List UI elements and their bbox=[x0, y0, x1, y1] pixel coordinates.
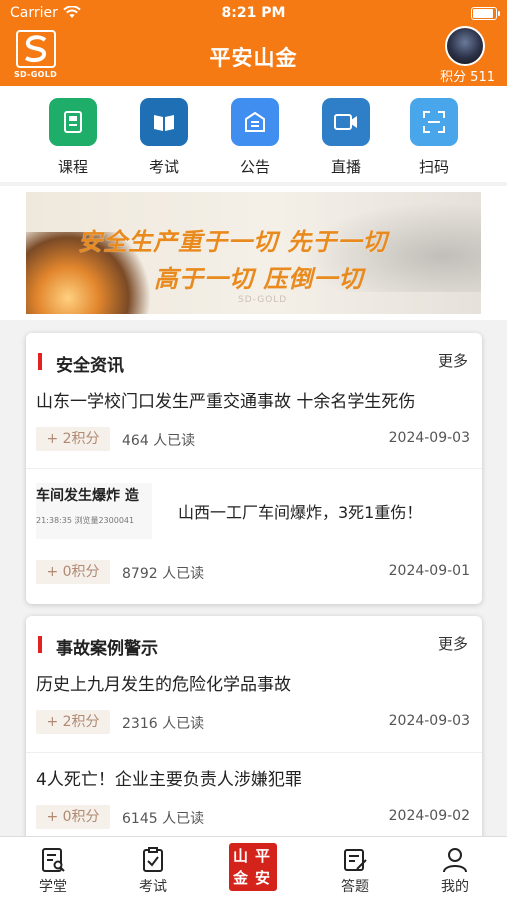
card-header: 安全资讯 更多 bbox=[26, 333, 482, 376]
scan-icon bbox=[410, 98, 458, 146]
exam-book-icon bbox=[140, 98, 188, 146]
read-count: 2316 人已读 bbox=[122, 716, 205, 732]
status-bar: Carrier 8:21 PM bbox=[0, 0, 507, 28]
points-badge: + 2积分 bbox=[36, 427, 110, 451]
quick-item-scan[interactable]: 扫码 bbox=[399, 98, 469, 177]
seal-char: 山 bbox=[233, 847, 249, 865]
exam-icon bbox=[143, 847, 163, 872]
card-accent-bar bbox=[38, 636, 42, 653]
seal-char: 金 bbox=[233, 869, 249, 887]
seal-char: 平 bbox=[255, 847, 271, 865]
read-count: 8792 人已读 bbox=[122, 566, 205, 582]
tab-bar: 学堂 考试 山 平 金 安 答题 我的 bbox=[0, 836, 507, 900]
battery-icon bbox=[471, 7, 500, 20]
read-count: 6145 人已读 bbox=[122, 811, 205, 827]
seal-char: 安 bbox=[255, 869, 271, 887]
tab-exam[interactable]: 考试 bbox=[118, 847, 188, 896]
list-item[interactable]: 历史上九月发生的危险化学品事故 + 2积分 2316 人已读 2024-09-0… bbox=[26, 656, 482, 753]
tab-label: 学堂 bbox=[39, 879, 67, 895]
points-badge: + 0积分 bbox=[36, 560, 110, 584]
points-badge: + 0积分 bbox=[36, 805, 110, 829]
thumbnail-title: 车间发生爆炸 造 bbox=[36, 488, 139, 504]
tab-label: 答题 bbox=[341, 879, 369, 895]
quiz-icon bbox=[344, 849, 367, 871]
points-badge: + 2积分 bbox=[36, 710, 110, 734]
app-header: Carrier 8:21 PM SD-GOLD 平安山金 积分 511 bbox=[0, 0, 507, 86]
points-value: 511 bbox=[470, 70, 495, 85]
points-label: 积分 bbox=[440, 70, 467, 85]
quick-item-label: 考试 bbox=[148, 158, 179, 176]
points-display: 积分 511 bbox=[436, 66, 495, 85]
quick-item-live[interactable]: 直播 bbox=[311, 98, 381, 177]
accident-case-card: 事故案例警示 更多 历史上九月发生的危险化学品事故 + 2积分 2316 人已读… bbox=[26, 616, 482, 856]
quick-item-label: 扫码 bbox=[418, 158, 449, 176]
avatar[interactable] bbox=[445, 26, 485, 66]
banner-section: 安全生产重于一切 先于一切 高于一切 压倒一切 SD-GOLD bbox=[0, 186, 507, 320]
article-date: 2024-09-02 bbox=[388, 808, 470, 824]
quick-item-notice[interactable]: 公告 bbox=[220, 98, 290, 177]
banner-line-2: 高于一切 压倒一切 bbox=[154, 265, 364, 293]
page-title: 平安山金 bbox=[209, 46, 298, 70]
safety-news-card: 安全资讯 更多 山东一学校门口发生严重交通事故 十余名学生死伤 + 2积分 46… bbox=[26, 333, 482, 604]
study-icon bbox=[42, 848, 65, 872]
tab-label: 我的 bbox=[441, 879, 469, 895]
quick-item-label: 课程 bbox=[57, 158, 88, 176]
tab-study[interactable]: 学堂 bbox=[18, 847, 88, 896]
quick-item-label: 直播 bbox=[330, 158, 361, 176]
pingan-shanjin-logo[interactable]: 山 平 金 安 bbox=[229, 843, 277, 891]
card-accent-bar bbox=[38, 353, 42, 370]
banner-watermark: SD-GOLD bbox=[238, 295, 288, 305]
article-title: 4人死亡！企业主要负责人涉嫌犯罪 bbox=[36, 770, 302, 790]
quick-item-exam[interactable]: 考试 bbox=[129, 98, 199, 177]
list-item[interactable]: 车间发生爆炸 造 21:38:35 浏览量2300041 山西一工厂车间爆炸，3… bbox=[26, 469, 482, 604]
quick-item-course[interactable]: 课程 bbox=[38, 98, 108, 177]
tab-profile[interactable]: 我的 bbox=[420, 847, 490, 896]
article-date: 2024-09-01 bbox=[388, 563, 470, 579]
article-title: 山东一学校门口发生严重交通事故 十余名学生死伤 bbox=[36, 392, 416, 412]
article-thumbnail: 车间发生爆炸 造 21:38:35 浏览量2300041 bbox=[36, 483, 152, 539]
card-header: 事故案例警示 更多 bbox=[26, 616, 482, 659]
thumbnail-meta: 21:38:35 浏览量2300041 bbox=[36, 516, 135, 525]
safety-banner[interactable]: 安全生产重于一切 先于一切 高于一切 压倒一切 SD-GOLD bbox=[26, 192, 481, 314]
course-icon bbox=[49, 98, 97, 146]
article-title: 山西一工厂车间爆炸，3死1重伤！ bbox=[178, 503, 423, 522]
more-link[interactable]: 更多 bbox=[438, 633, 468, 654]
list-item[interactable]: 山东一学校门口发生严重交通事故 十余名学生死伤 + 2积分 464 人已读 20… bbox=[26, 373, 482, 469]
banner-line-1: 安全生产重于一切 先于一切 bbox=[78, 228, 388, 256]
article-date: 2024-09-03 bbox=[388, 713, 470, 729]
live-camera-icon bbox=[322, 98, 370, 146]
clock: 8:21 PM bbox=[221, 5, 286, 21]
notice-icon bbox=[231, 98, 279, 146]
quick-item-label: 公告 bbox=[239, 158, 270, 176]
more-link[interactable]: 更多 bbox=[438, 350, 468, 371]
quick-menu: 课程 考试 公告 直播 扫码 bbox=[0, 86, 507, 182]
article-title: 历史上九月发生的危险化学品事故 bbox=[36, 675, 291, 695]
tab-quiz[interactable]: 答题 bbox=[320, 847, 390, 896]
profile-icon bbox=[443, 848, 467, 873]
tab-label: 考试 bbox=[139, 879, 167, 895]
read-count: 464 人已读 bbox=[122, 433, 196, 449]
article-date: 2024-09-03 bbox=[388, 430, 470, 446]
